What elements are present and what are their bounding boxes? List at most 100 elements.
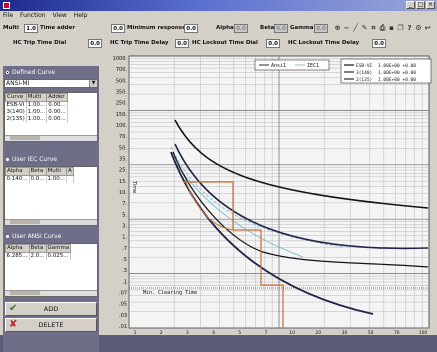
grid-icon[interactable]: ⌗ xyxy=(369,24,378,33)
zoom-out-icon[interactable]: − xyxy=(342,24,351,33)
zoom-in-icon[interactable]: ⊕ xyxy=(333,24,342,33)
time-adder-field[interactable]: 0.0 xyxy=(111,24,125,33)
table-cell: 3(140) xyxy=(5,109,27,116)
hc-lockout-time-delay-label: HC Lockout Time Delay xyxy=(288,40,360,46)
gamma-label: Gamma xyxy=(290,25,314,31)
help-icon[interactable]: ? xyxy=(405,24,414,33)
table-cell: 2(135) xyxy=(5,116,27,123)
multi-field[interactable]: 1.0 xyxy=(24,24,38,33)
add-button[interactable]: ✔ ADD xyxy=(5,302,97,316)
table-cell: 1.00... xyxy=(46,175,67,183)
hc-lockout-time-dial-field[interactable]: 0.0 xyxy=(266,39,280,48)
table-cell: 2.0... xyxy=(29,252,47,260)
legend-label: IEC1 xyxy=(307,63,319,69)
save-icon[interactable]: ▪ xyxy=(387,24,396,33)
column-header[interactable]: Gamma xyxy=(45,244,72,253)
defined-curve-grid: Curve Multi Adder ESB-VI 1.00... 0.00...… xyxy=(4,92,98,142)
table-row[interactable]: ESB-VI 1.00... 0.00... xyxy=(5,101,68,109)
radio-selected-icon xyxy=(5,70,10,75)
annotation-min-clearing-time: Min. Clearing Time xyxy=(143,290,197,296)
column-header[interactable]: Multi xyxy=(25,93,48,102)
draw-line-icon[interactable]: ╱ xyxy=(351,24,360,33)
copy-icon[interactable]: ❐ xyxy=(396,24,405,33)
column-header[interactable]: A xyxy=(66,167,74,176)
horizontal-scrollbar[interactable] xyxy=(5,219,97,225)
beta-field[interactable]: 0.0 xyxy=(274,24,288,33)
defined-curve-radio[interactable]: Defined Curve xyxy=(5,68,55,77)
table-row[interactable]: 3(140) 1.00... 0.00... xyxy=(5,109,68,116)
column-header[interactable]: Curve xyxy=(5,93,27,102)
y-tick-label: 5. xyxy=(122,212,127,218)
minimum-response-field[interactable]: 0.0 xyxy=(184,24,198,33)
horizontal-scrollbar[interactable] xyxy=(5,290,97,296)
exit-icon[interactable]: ↩ xyxy=(423,24,432,33)
horizontal-scrollbar[interactable] xyxy=(5,135,97,141)
table-row[interactable]: 6.285... 2.0... 0.025... xyxy=(5,252,72,260)
curve-type-select[interactable]: ANSI-MI ▼ xyxy=(4,79,98,88)
column-header[interactable]: Multi xyxy=(45,167,67,176)
multi-label: Multi xyxy=(3,25,19,31)
legend-label: 3(140) xyxy=(356,70,372,76)
hc-trip-time-dial-field[interactable]: 0.0 xyxy=(88,39,102,48)
column-header[interactable]: Alpha xyxy=(5,244,30,253)
alpha-label: Alpha xyxy=(216,25,234,31)
time-adder-label: Time adder xyxy=(40,25,76,31)
close-icon[interactable]: × xyxy=(426,1,435,9)
gamma-field[interactable]: 0.0 xyxy=(314,24,328,33)
tool-icon[interactable]: ⚙ xyxy=(414,24,423,33)
delete-button[interactable]: ✘ DELETE xyxy=(5,318,97,332)
delete-x-icon: ✘ xyxy=(9,319,18,330)
iec-curve-grid: Alpha Beta Multi A 0.140... 0.0... 1.00.… xyxy=(4,166,98,226)
user-ansi-curve-radio[interactable]: User ANSI Curve xyxy=(5,232,61,241)
radio-icon xyxy=(5,157,10,162)
edit-icon[interactable]: ✎ xyxy=(360,24,369,33)
alpha-field[interactable]: 0.0 xyxy=(234,24,248,33)
y-tick-label: .03 xyxy=(119,313,127,319)
hc-trip-time-delay-field[interactable]: 0.0 xyxy=(175,39,189,48)
legend-value: 1.00E+00 +0.00 xyxy=(378,63,416,69)
user-iec-curve-radio[interactable]: User IEC Curve xyxy=(5,155,57,164)
column-header[interactable]: Beta xyxy=(28,244,47,253)
y-tick-label: 50. xyxy=(119,145,127,151)
y-tick-label: .01 xyxy=(119,324,127,330)
x-tick-label: 30 xyxy=(342,330,348,335)
y-tick-label: 15. xyxy=(119,179,127,185)
table-cell: 0.140... xyxy=(5,175,30,183)
scrollbar-thumb[interactable] xyxy=(10,136,40,140)
column-header[interactable]: Adder xyxy=(46,93,68,102)
chevron-down-icon[interactable]: ▼ xyxy=(89,80,97,87)
table-cell: 0.00... xyxy=(46,116,68,123)
minimize-icon[interactable]: _ xyxy=(406,1,415,9)
maximize-icon[interactable]: □ xyxy=(416,1,425,9)
table-row[interactable]: 0.140... 0.0... 1.00... xyxy=(5,175,74,183)
x-tick-label: 2 xyxy=(160,330,163,335)
menu-function[interactable]: Function xyxy=(20,11,46,20)
column-header[interactable]: Alpha xyxy=(5,167,30,176)
tcc-chart[interactable]: 1000.700.500.350.250.150.100.70.50.35.25… xyxy=(103,52,437,336)
print-icon[interactable]: ⎙ xyxy=(378,24,387,33)
app-window: _ □ × File Function View Help Multi 1.0 … xyxy=(0,0,437,352)
x-tick-label: 1 xyxy=(134,330,137,335)
menu-file[interactable]: File xyxy=(3,11,13,20)
scrollbar-thumb[interactable] xyxy=(10,220,40,224)
x-tick-label: 100 xyxy=(419,330,428,335)
title-bar: _ □ × xyxy=(0,0,437,11)
legend-label: 2(135) xyxy=(356,77,372,83)
table-cell: ESB-VI xyxy=(5,101,27,109)
legend-label: ESB-VI xyxy=(356,63,373,69)
x-tick-label: 10 xyxy=(289,330,295,335)
defined-curve-label: Defined Curve xyxy=(12,69,56,76)
menu-view[interactable]: View xyxy=(53,11,67,20)
table-row[interactable]: 2(135) 1.00... 0.00... xyxy=(5,116,68,123)
y-tick-label: .3 xyxy=(122,268,127,274)
y-tick-label: .07 xyxy=(119,291,127,297)
legend-label: Ansi1 xyxy=(271,63,286,69)
column-header[interactable]: Beta xyxy=(28,167,47,176)
y-tick-label: .1 xyxy=(122,279,127,285)
y-tick-label: 25. xyxy=(119,168,127,174)
app-icon xyxy=(3,2,10,9)
hc-lockout-time-delay-field[interactable]: 0.0 xyxy=(372,39,386,48)
menu-help[interactable]: Help xyxy=(74,11,88,20)
scrollbar-thumb[interactable] xyxy=(10,291,40,295)
y-tick-label: 35. xyxy=(119,157,127,163)
